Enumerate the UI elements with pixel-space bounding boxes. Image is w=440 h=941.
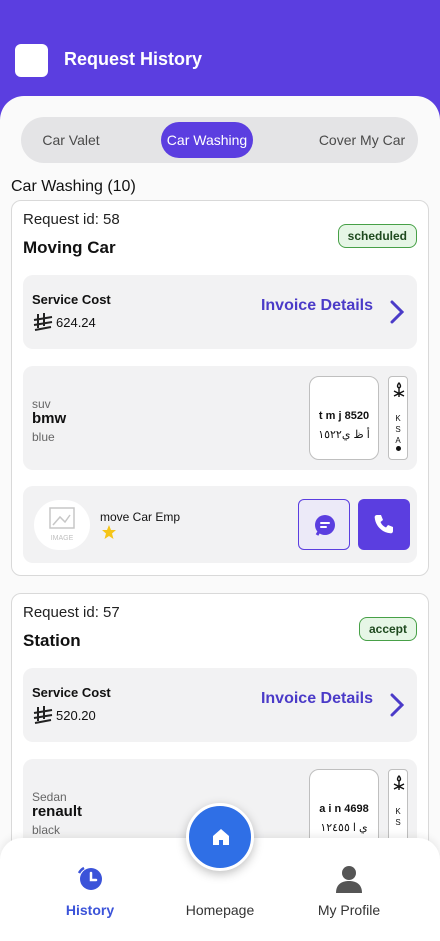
request-id: Request id: 58 (23, 211, 120, 228)
chevron-right-icon[interactable] (388, 300, 406, 324)
plate-arabic: ي ا ١٢٤٥٥ (320, 822, 368, 834)
back-button[interactable] (15, 44, 48, 77)
avatar-placeholder-text: IMAGE (51, 535, 74, 542)
user-icon (336, 866, 362, 893)
section-title: Car Washing (10) (11, 178, 136, 195)
request-name: Station (23, 631, 81, 650)
status-badge: accept (358, 617, 417, 641)
employee-avatar: IMAGE (34, 500, 90, 550)
nav-homepage-label: Homepage (185, 902, 255, 918)
service-cost-value: 520.20 (32, 705, 96, 725)
tab-bar: Car Valet Car Washing Cover My Car (21, 117, 418, 163)
service-cost-amount: 624.24 (56, 314, 96, 330)
page-title: Request History (64, 49, 203, 69)
chat-icon (315, 515, 335, 536)
service-cost-panel: Service Cost 624.24 Invoice Details (23, 275, 417, 349)
tab-cover-my-car[interactable]: Cover My Car (316, 122, 408, 158)
car-info-panel: suv bmw blue t m j 8520 أ ظ ي١٥٢٢ KSA (23, 366, 417, 470)
nav-profile-label: My Profile (317, 902, 381, 918)
riyal-icon (33, 313, 53, 331)
car-model: renault (32, 803, 83, 820)
status-badge: scheduled (337, 224, 417, 248)
plate-arabic: أ ظ ي١٥٢٢ (318, 429, 370, 441)
request-card[interactable]: Request id: 58 Moving Car scheduled Serv… (11, 200, 429, 576)
saudi-emblem-icon (393, 382, 405, 397)
invoice-details-link[interactable]: Invoice Details (261, 297, 373, 315)
car-color: blue (32, 430, 55, 444)
saudi-emblem-icon (393, 775, 405, 790)
license-plate: t m j 8520 أ ظ ي١٥٢٢ (309, 376, 379, 460)
car-model: bmw (32, 410, 67, 427)
plate-country-strip: KSA (388, 376, 408, 460)
chevron-right-icon[interactable] (388, 693, 406, 717)
service-cost-label: Service Cost (32, 292, 111, 307)
car-type: suv (32, 397, 51, 411)
tab-car-washing[interactable]: Car Washing (161, 122, 253, 158)
nav-history[interactable]: History (35, 864, 145, 918)
phone-icon (374, 515, 393, 534)
service-cost-panel: Service Cost 520.20 Invoice Details (23, 668, 417, 742)
star-icon (102, 525, 116, 539)
home-fab-button[interactable] (186, 803, 254, 871)
nav-history-label: History (65, 902, 115, 918)
employee-name: move Car Emp (100, 510, 181, 524)
history-icon (77, 866, 102, 890)
plate-dot (396, 446, 401, 451)
nav-homepage[interactable]: Homepage (165, 864, 275, 918)
plate-country: KS (395, 807, 401, 827)
riyal-icon (33, 706, 53, 724)
request-id: Request id: 57 (23, 604, 120, 621)
service-cost-amount: 520.20 (56, 707, 96, 723)
car-color: black (32, 823, 61, 837)
home-icon (213, 829, 229, 845)
nav-profile[interactable]: My Profile (294, 864, 404, 918)
chat-button[interactable] (298, 499, 350, 550)
tab-car-valet[interactable]: Car Valet (29, 122, 113, 158)
plate-latin: t m j 8520 (318, 410, 370, 422)
request-name: Moving Car (23, 238, 116, 257)
service-cost-value: 624.24 (32, 312, 96, 332)
employee-panel: IMAGE move Car Emp (23, 486, 417, 563)
car-type: Sedan (32, 790, 67, 804)
plate-country: KSA (395, 414, 401, 445)
call-button[interactable] (358, 499, 410, 550)
invoice-details-link[interactable]: Invoice Details (261, 690, 373, 708)
plate-latin: a i n 4698 (319, 803, 369, 815)
service-cost-label: Service Cost (32, 685, 111, 700)
